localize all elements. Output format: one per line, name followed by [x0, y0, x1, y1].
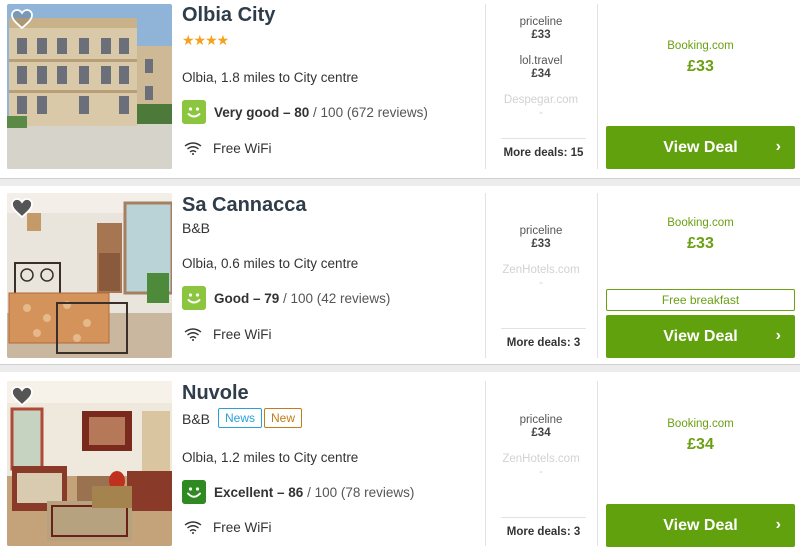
smiley-rating-icon	[182, 286, 206, 310]
chevron-right-icon: ›	[775, 516, 781, 533]
wifi-icon	[184, 142, 202, 155]
view-deal-label: View Deal	[663, 138, 738, 156]
chevron-right-icon: ›	[775, 138, 781, 155]
hotel-card: Sa Cannacca B&B Olbia, 0.6 miles to City…	[0, 186, 800, 365]
deal-zenhotels[interactable]: ZenHotels.com -	[486, 453, 596, 478]
wifi-icon	[184, 521, 202, 534]
amenity-wifi: Free WiFi	[184, 324, 272, 344]
view-deal-label: View Deal	[663, 327, 738, 345]
hotel-name[interactable]: Olbia City	[182, 4, 275, 27]
best-deal[interactable]: Booking.com £33	[606, 40, 795, 76]
deal-price: -	[539, 277, 543, 289]
deal-provider: ZenHotels.com	[502, 453, 580, 465]
hotel-location: Olbia, 0.6 miles to City centre	[182, 256, 359, 271]
hotel-name[interactable]: Sa Cannacca	[182, 194, 307, 217]
more-deals-link[interactable]: More deals: 15	[501, 138, 586, 159]
hotel-name[interactable]: Nuvole	[182, 382, 249, 405]
deal-provider: ZenHotels.com	[502, 264, 580, 276]
rating-detail: / 100 (672 reviews)	[309, 104, 428, 120]
more-deals-link[interactable]: More deals: 3	[501, 328, 586, 349]
view-deal-label: View Deal	[663, 516, 738, 534]
deal-provider: priceline	[519, 16, 563, 28]
deal-priceline[interactable]: priceline £33	[486, 225, 596, 250]
deal-despegar[interactable]: Despegar.com -	[486, 94, 596, 119]
deal-zenhotels[interactable]: ZenHotels.com -	[486, 264, 596, 289]
deal-price: £34	[531, 68, 551, 80]
new-badge: New	[264, 408, 303, 428]
best-deal-provider: Booking.com	[667, 418, 734, 430]
deal-provider: priceline	[519, 414, 563, 426]
hotel-card: Nuvole B&B News New Olbia, 1.2 miles to …	[0, 372, 800, 551]
hotel-photo[interactable]	[7, 4, 172, 169]
hotel-location: Olbia, 1.8 miles to City centre	[182, 70, 359, 85]
favorite-heart-icon[interactable]	[10, 197, 34, 219]
rating-detail: / 100 (78 reviews)	[303, 484, 415, 500]
best-deal[interactable]: Booking.com £34	[606, 418, 795, 454]
divider	[597, 193, 598, 358]
free-breakfast-badge: Free breakfast	[606, 289, 795, 311]
favorite-heart-icon[interactable]	[10, 385, 34, 407]
deal-price: £33	[531, 238, 551, 250]
more-deals-link[interactable]: More deals: 3	[501, 517, 586, 538]
divider	[597, 4, 598, 169]
deal-priceline[interactable]: priceline £33	[486, 16, 596, 41]
smiley-rating-icon	[182, 480, 206, 504]
chevron-right-icon: ›	[775, 327, 781, 344]
deal-provider: priceline	[519, 225, 563, 237]
rating-label: Very good – 80	[214, 104, 310, 120]
amenity-label: Free WiFi	[213, 326, 272, 342]
hotel-card: Olbia City ★★★★ Olbia, 1.8 miles to City…	[0, 0, 800, 179]
hotel-photo[interactable]	[7, 381, 172, 546]
hotel-type: B&B	[182, 220, 211, 236]
rating-label: Excellent – 86	[214, 484, 304, 500]
amenity-wifi: Free WiFi	[184, 517, 272, 537]
amenity-wifi: Free WiFi	[184, 138, 272, 158]
best-deal-price: £33	[687, 235, 714, 252]
smiley-rating-icon	[182, 100, 206, 124]
view-deal-button[interactable]: View Deal ›	[606, 315, 795, 358]
amenity-label: Free WiFi	[213, 519, 272, 535]
news-badge: News	[218, 408, 263, 428]
rating: Excellent – 86 / 100 (78 reviews)	[182, 480, 414, 504]
rating-detail: / 100 (42 reviews)	[279, 290, 391, 306]
wifi-icon	[184, 328, 202, 341]
deal-lol-travel[interactable]: lol.travel £34	[486, 55, 596, 80]
deal-price: -	[539, 107, 543, 119]
deal-provider: lol.travel	[519, 55, 563, 67]
divider	[597, 381, 598, 546]
rating-label: Good – 79	[214, 290, 280, 306]
deal-price: £34	[531, 427, 551, 439]
hotel-stars: ★★★★	[182, 32, 229, 48]
hotel-photo[interactable]	[7, 193, 172, 358]
hotel-type: B&B	[182, 411, 211, 427]
rating: Very good – 80 / 100 (672 reviews)	[182, 100, 428, 124]
best-deal[interactable]: Booking.com £33	[606, 217, 795, 253]
best-deal-provider: Booking.com	[667, 40, 734, 52]
hotel-location: Olbia, 1.2 miles to City centre	[182, 450, 359, 465]
deal-price: £33	[531, 29, 551, 41]
view-deal-button[interactable]: View Deal ›	[606, 504, 795, 547]
deal-provider: Despegar.com	[503, 94, 579, 106]
amenity-label: Free WiFi	[213, 140, 272, 156]
best-deal-price: £33	[687, 58, 714, 75]
deal-priceline[interactable]: priceline £34	[486, 414, 596, 439]
favorite-heart-icon[interactable]	[10, 8, 34, 30]
best-deal-price: £34	[687, 436, 714, 453]
deal-price: -	[539, 466, 543, 478]
view-deal-button[interactable]: View Deal ›	[606, 126, 795, 169]
best-deal-provider: Booking.com	[667, 217, 734, 229]
rating: Good – 79 / 100 (42 reviews)	[182, 286, 390, 310]
